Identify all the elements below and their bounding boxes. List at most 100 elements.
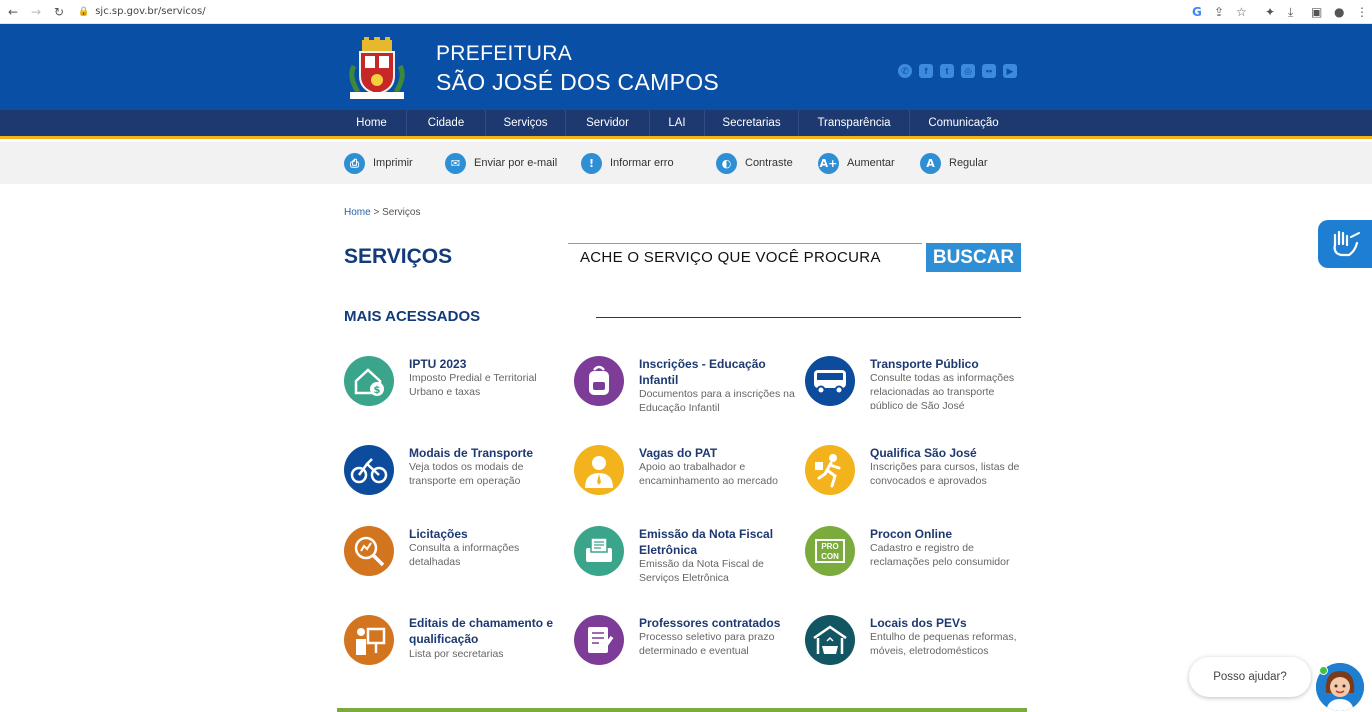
brand-line-2[interactable]: SÃO JOSÉ DOS CAMPOS (436, 69, 719, 96)
breadcrumb: Home > Serviços (344, 207, 420, 218)
instagram-icon[interactable]: ◎ (961, 64, 975, 78)
service-title: IPTU 2023 (409, 357, 467, 371)
service-desc: Documentos para a inscrições na Educação… (639, 388, 795, 414)
online-status-dot (1319, 666, 1328, 675)
procon-logo-text: PRO CON (815, 539, 845, 563)
address-url: sjc.sp.gov.br/servicos/ (95, 6, 206, 17)
arrow-right-icon[interactable]: → (31, 4, 41, 20)
city-crest-icon[interactable] (344, 36, 410, 102)
house-money-icon: $ (344, 356, 394, 406)
brand-line-1[interactable]: PREFEITURA (436, 42, 572, 66)
star-icon[interactable]: ☆ (1236, 4, 1247, 20)
backpack-icon (574, 356, 624, 406)
service-title: Vagas do PAT (639, 446, 718, 460)
report-error-button[interactable]: ! Informar erro (581, 152, 674, 174)
sign-language-icon (1333, 230, 1360, 257)
facebook-icon[interactable]: f (919, 64, 933, 78)
service-desc: Entulho de pequenas reformas, móveis, el… (870, 631, 1017, 657)
nav-transparencia[interactable]: Transparência (799, 110, 910, 136)
sidepanel-icon[interactable]: ▣ (1311, 4, 1322, 20)
contrast-button[interactable]: ◐ Contraste (716, 152, 793, 174)
report-error-label: Informar erro (610, 157, 674, 169)
font-increase-label: Aumentar (847, 157, 895, 169)
search-box (568, 243, 922, 271)
email-label: Enviar por e-mail (474, 157, 558, 169)
page-title: SERVIÇOS (344, 245, 453, 268)
vlibras-button[interactable] (1318, 220, 1372, 268)
service-title: Qualifica São José (870, 446, 977, 460)
service-desc: Consulta a informações detalhadas (409, 542, 520, 568)
browser-toolbar: ← → ↻ 🔒 sjc.sp.gov.br/servicos/ G ⇪ ☆ ✦ ⤓… (0, 0, 1372, 24)
profile-icon[interactable]: ● (1334, 4, 1344, 20)
service-desc: Emissão da Nota Fiscal de Serviços Eletr… (639, 558, 764, 584)
procon-icon: PRO CON (805, 526, 855, 576)
chat-bubble[interactable]: Posso ajudar? (1189, 657, 1311, 697)
print-icon: ⎙ (344, 152, 365, 174)
twitter-icon[interactable]: t (940, 64, 954, 78)
breadcrumb-separator: > (373, 207, 380, 218)
extensions-icon[interactable]: ✦ (1265, 4, 1275, 20)
youtube-icon[interactable]: ▶ (1003, 64, 1017, 78)
service-desc: Cadastro e registro de reclamações pelo … (870, 542, 1010, 568)
nav-home[interactable]: Home (337, 110, 407, 136)
bus-icon (805, 356, 855, 406)
contrast-icon: ◐ (716, 152, 737, 174)
report-error-icon: ! (581, 152, 602, 174)
service-title: Procon Online (870, 527, 953, 541)
service-desc: Apoio ao trabalhador e encaminhamento ao… (639, 461, 778, 487)
svg-text:$: $ (374, 385, 381, 396)
breadcrumb-current: Serviços (382, 207, 421, 218)
footer-divider (337, 708, 1027, 712)
font-regular-button[interactable]: A Regular (920, 152, 988, 174)
accessibility-toolbar: ⎙ Imprimir ✉ Enviar por e-mail ! Informa… (0, 142, 1372, 184)
service-title: Modais de Transporte (409, 446, 534, 460)
search-input[interactable] (568, 244, 922, 271)
presentation-icon (344, 615, 394, 665)
runner-icon (805, 445, 855, 495)
service-desc: Inscrições para cursos, listas de convoc… (870, 461, 1020, 487)
nav-secretarias[interactable]: Secretarias (705, 110, 799, 136)
service-desc: Processo seletivo para prazo determinado… (639, 631, 775, 657)
email-icon: ✉ (445, 152, 466, 174)
nav-lai[interactable]: LAI (650, 110, 705, 136)
service-title: Emissão da Nota Fiscal Eletrônica (639, 527, 774, 557)
service-title: Transporte Público (870, 357, 979, 371)
service-title: Licitações (409, 527, 468, 541)
nav-cidade[interactable]: Cidade (407, 110, 486, 136)
lock-icon: 🔒 (78, 7, 90, 17)
download-icon[interactable]: ⤓ (1288, 4, 1293, 20)
address-bar[interactable]: 🔒 sjc.sp.gov.br/servicos/ (78, 4, 206, 20)
reload-icon[interactable]: ↻ (54, 4, 64, 20)
arrow-left-icon[interactable]: ← (8, 4, 18, 20)
service-title: Locais dos PEVs (870, 616, 967, 630)
section-divider (596, 317, 1021, 318)
nav-servidor[interactable]: Servidor (566, 110, 650, 136)
worker-icon (574, 445, 624, 495)
print-button[interactable]: ⎙ Imprimir (344, 152, 413, 174)
share-icon[interactable]: ⇪ (1214, 4, 1224, 20)
service-desc: Lista por secretarias (409, 648, 504, 660)
service-desc: Veja todos os modais de transporte em op… (409, 461, 524, 487)
service-desc: Consulte todas as informações relacionad… (870, 372, 1015, 409)
document-pen-icon (574, 615, 624, 665)
whatsapp-icon[interactable]: ✆ (898, 64, 912, 78)
email-button[interactable]: ✉ Enviar por e-mail (445, 152, 557, 174)
main-nav: Home Cidade Serviços Servidor LAI Secret… (0, 110, 1372, 139)
font-increase-button[interactable]: A+ Aumentar (818, 152, 895, 174)
nav-servicos[interactable]: Serviços (486, 110, 566, 136)
section-title: MAIS ACESSADOS (344, 308, 481, 325)
nav-comunicacao[interactable]: Comunicação (910, 110, 1017, 136)
breadcrumb-home[interactable]: Home (344, 207, 371, 218)
service-title: Inscrições - Educação Infantil (639, 357, 766, 387)
receipt-icon (574, 526, 624, 576)
magnifier-icon (344, 526, 394, 576)
recycle-station-icon (805, 615, 855, 665)
search-button[interactable]: BUSCAR (926, 243, 1021, 272)
menu-icon[interactable]: ⋮ (1356, 4, 1368, 20)
flickr-icon[interactable]: •• (982, 64, 996, 78)
font-regular-icon: A (920, 152, 941, 174)
service-title: Professores contratados (639, 616, 781, 630)
google-icon[interactable]: G (1192, 4, 1202, 20)
service-desc: Imposto Predial e Territorial Urbano e t… (409, 372, 537, 398)
print-label: Imprimir (373, 157, 413, 169)
